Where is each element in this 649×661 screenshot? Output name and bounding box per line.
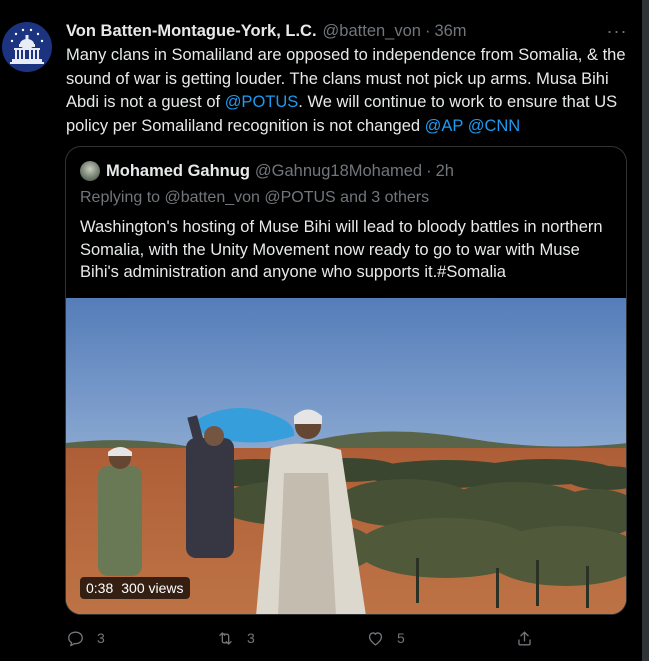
separator-dot: · xyxy=(426,161,432,180)
video-views: 300 views xyxy=(121,580,184,596)
author-handle[interactable]: @batten_von xyxy=(323,22,421,41)
tweet-actions: 3 3 5 xyxy=(66,624,626,652)
video-duration: 0:38 xyxy=(86,580,114,596)
video-player[interactable]: 0:38 300 views xyxy=(66,298,626,614)
retweet-count: 3 xyxy=(247,630,255,646)
mention-potus-link[interactable]: @POTUS xyxy=(225,93,299,111)
tweet-time[interactable]: 36m xyxy=(434,22,466,41)
reply-button[interactable]: 3 xyxy=(66,624,105,652)
quoted-author-handle[interactable]: @Gahnug18Mohamed xyxy=(255,162,422,181)
retweet-button[interactable]: 3 xyxy=(216,624,255,652)
quoted-tweet[interactable]: Mohamed Gahnug @Gahnug18Mohamed · 2h Rep… xyxy=(65,146,627,615)
mention-cnn-link[interactable]: @CNN xyxy=(468,117,521,135)
like-count: 5 xyxy=(397,630,405,646)
heart-icon xyxy=(368,631,383,646)
video-info-badge: 0:38 300 views xyxy=(80,577,190,599)
like-button[interactable]: 5 xyxy=(366,624,405,652)
quoted-author-name[interactable]: Mohamed Gahnug xyxy=(106,162,250,181)
scrollbar-track[interactable] xyxy=(642,0,649,661)
retweet-icon xyxy=(219,631,232,645)
tweet-text: Many clans in Somaliland are opposed to … xyxy=(66,44,632,138)
quoted-time[interactable]: 2h xyxy=(436,162,454,181)
separator-dot: · xyxy=(424,21,431,40)
author-name[interactable]: Von Batten-Montague-York, L.C. xyxy=(66,22,317,41)
tweet-header: Von Batten-Montague-York, L.C. @batten_v… xyxy=(66,20,586,42)
tweet[interactable]: Von Batten-Montague-York, L.C. @batten_v… xyxy=(0,0,642,661)
share-button[interactable] xyxy=(515,624,546,652)
share-icon xyxy=(518,630,531,646)
mention-ap-link[interactable]: @AP xyxy=(425,117,463,135)
reply-count: 3 xyxy=(97,630,105,646)
more-icon[interactable]: ··· xyxy=(606,20,628,42)
replying-to: Replying to @batten_von @POTUS and 3 oth… xyxy=(80,189,430,206)
avatar[interactable] xyxy=(2,22,52,72)
quoted-text: Washington's hosting of Muse Bihi will l… xyxy=(80,218,603,281)
video-thumbnail xyxy=(66,298,626,614)
quoted-avatar[interactable] xyxy=(80,161,100,181)
quoted-tweet-header: Mohamed Gahnug @Gahnug18Mohamed · 2h xyxy=(80,160,454,182)
reply-icon xyxy=(68,630,83,646)
